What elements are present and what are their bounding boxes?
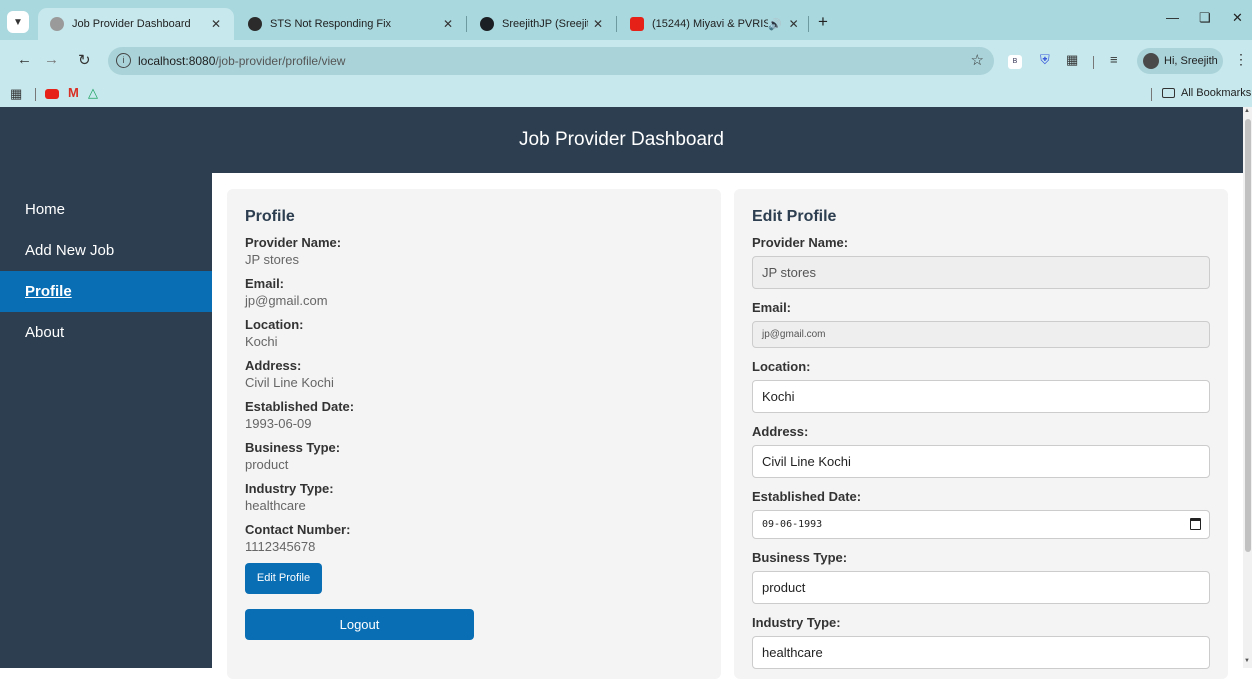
sidebar-item-profile[interactable]: Profile (0, 271, 212, 312)
toolbar-separator (1093, 56, 1094, 69)
scroll-thumb[interactable] (1245, 119, 1251, 552)
all-bookmarks-button[interactable]: All Bookmarks (1162, 87, 1251, 99)
tab-separator (466, 16, 467, 32)
email-value: jp@gmail.com (245, 293, 328, 308)
browser-tab-job-provider[interactable]: Job Provider Dashboard ✕ (38, 8, 234, 40)
media-queue-icon[interactable]: ≡ (1110, 52, 1118, 67)
main-content: Profile Provider Name: JP stores Email: … (212, 173, 1243, 679)
speaker-icon[interactable]: 🔊 (768, 18, 782, 31)
business-type-value: product (245, 457, 289, 472)
provider-name-field[interactable]: JP stores (752, 256, 1210, 289)
established-date-field-value: 09-06-1993 (762, 519, 823, 530)
bookmark-separator (1151, 88, 1152, 101)
sidebar: Home Add New Job Profile About (0, 173, 212, 668)
profile-title: Profile (245, 208, 295, 225)
provider-name-value: JP stores (245, 252, 299, 267)
github-icon (480, 17, 494, 31)
minimize-icon[interactable]: — (1166, 10, 1179, 25)
browser-tab-github[interactable]: SreejithJP (Sreejith Jayaprakash ✕ (468, 8, 616, 40)
email-field[interactable]: jp@gmail.com (752, 321, 1210, 348)
edit-profile-card: Edit Profile Provider Name: JP stores Em… (734, 189, 1228, 679)
location-field-label: Location: (752, 359, 811, 374)
browser-tab-sts[interactable]: STS Not Responding Fix ✕ (236, 8, 466, 40)
puzzle-icon[interactable]: ▦ (1066, 52, 1078, 68)
back-arrow-icon[interactable]: ← (17, 51, 32, 68)
logout-button[interactable]: Logout (245, 609, 474, 640)
scroll-down-icon[interactable]: ▼ (1244, 658, 1250, 664)
business-type-field-label: Business Type: (752, 550, 848, 565)
openai-icon (248, 17, 262, 31)
forward-arrow-icon[interactable]: → (44, 51, 59, 68)
youtube-icon (630, 17, 644, 31)
established-date-value: 1993-06-09 (245, 416, 312, 431)
provider-name-label: Provider Name: (245, 235, 342, 250)
address-value: Civil Line Kochi (245, 375, 334, 390)
email-field-label: Email: (752, 300, 792, 315)
apps-grid-icon[interactable]: ▦ (10, 86, 22, 102)
avatar (1143, 53, 1159, 69)
new-tab-button[interactable]: + (818, 12, 828, 32)
sidebar-item-about[interactable]: About (0, 312, 212, 353)
industry-type-value: healthcare (245, 498, 306, 513)
scroll-up-icon[interactable]: ▲ (1244, 108, 1250, 114)
contact-number-value: 1112345678 (245, 539, 316, 554)
browser-tab-youtube[interactable]: (15244) Miyavi & PVRIS - Sı 🔊 ✕ (618, 8, 808, 40)
folder-icon (1162, 88, 1175, 98)
profile-chip[interactable]: Hi, Sreejith (1137, 48, 1223, 74)
shield-icon[interactable]: ⛨ (1040, 52, 1050, 68)
gmail-icon[interactable]: M (68, 85, 79, 100)
site-info-icon[interactable]: i (116, 53, 131, 68)
industry-type-field-label: Industry Type: (752, 615, 841, 630)
url-text: localhost:8080/job-provider/profile/view (138, 54, 346, 68)
chevron-down-icon: ▼ (13, 16, 23, 28)
bookmarks-bar: ▦ M △ All Bookmarks (0, 82, 1252, 107)
tab-separator (808, 16, 809, 32)
profile-card: Profile Provider Name: JP stores Email: … (227, 189, 721, 679)
industry-type-field[interactable]: healthcare (752, 636, 1210, 669)
address-field[interactable]: Civil Line Kochi (752, 445, 1210, 478)
sidebar-item-home[interactable]: Home (0, 189, 212, 230)
page-title: Job Provider Dashboard (519, 129, 724, 150)
close-window-icon[interactable]: ✕ (1232, 10, 1243, 26)
close-icon[interactable]: ✕ (206, 17, 226, 31)
address-label: Address: (245, 358, 302, 373)
close-icon[interactable]: ✕ (784, 17, 804, 31)
page-header: Job Provider Dashboard (0, 107, 1243, 173)
drive-icon[interactable]: △ (88, 85, 98, 101)
calendar-icon[interactable] (1190, 518, 1201, 530)
established-date-label: Established Date: (245, 399, 355, 414)
business-type-field[interactable]: product (752, 571, 1210, 604)
contact-number-label: Contact Number: (245, 522, 351, 537)
provider-name-field-label: Provider Name: (752, 235, 849, 250)
kebab-menu-icon[interactable]: ⋮ (1234, 51, 1248, 68)
youtube-icon[interactable] (45, 89, 59, 99)
business-type-label: Business Type: (245, 440, 341, 455)
established-date-field[interactable]: 09-06-1993 (752, 510, 1210, 539)
address-bar[interactable]: i localhost:8080/job-provider/profile/vi… (108, 47, 994, 75)
established-date-field-label: Established Date: (752, 489, 862, 504)
close-icon[interactable]: ✕ (588, 17, 608, 31)
reload-icon[interactable]: ↻ (78, 51, 91, 69)
edit-profile-button[interactable]: Edit Profile (245, 563, 322, 594)
location-field[interactable]: Kochi (752, 380, 1210, 413)
bookmark-separator (35, 88, 36, 101)
bookmark-star-icon[interactable]: ☆ (971, 51, 984, 69)
extension-b-icon[interactable]: B (1008, 55, 1022, 69)
edit-profile-title: Edit Profile (752, 208, 837, 225)
location-value: Kochi (245, 334, 278, 349)
page-scrollbar[interactable]: ▲ ▼ (1243, 107, 1252, 668)
tab-search-button[interactable]: ▼ (7, 11, 29, 33)
industry-type-label: Industry Type: (245, 481, 334, 496)
restore-icon[interactable]: ❏ (1199, 10, 1211, 26)
address-field-label: Address: (752, 424, 809, 439)
browser-tab-bar: ▼ Job Provider Dashboard ✕ STS Not Respo… (0, 0, 1252, 40)
tab-separator (616, 16, 617, 32)
close-icon[interactable]: ✕ (438, 17, 458, 31)
location-label: Location: (245, 317, 304, 332)
email-label: Email: (245, 276, 285, 291)
globe-icon (50, 17, 64, 31)
sidebar-item-add-new-job[interactable]: Add New Job (0, 230, 212, 271)
